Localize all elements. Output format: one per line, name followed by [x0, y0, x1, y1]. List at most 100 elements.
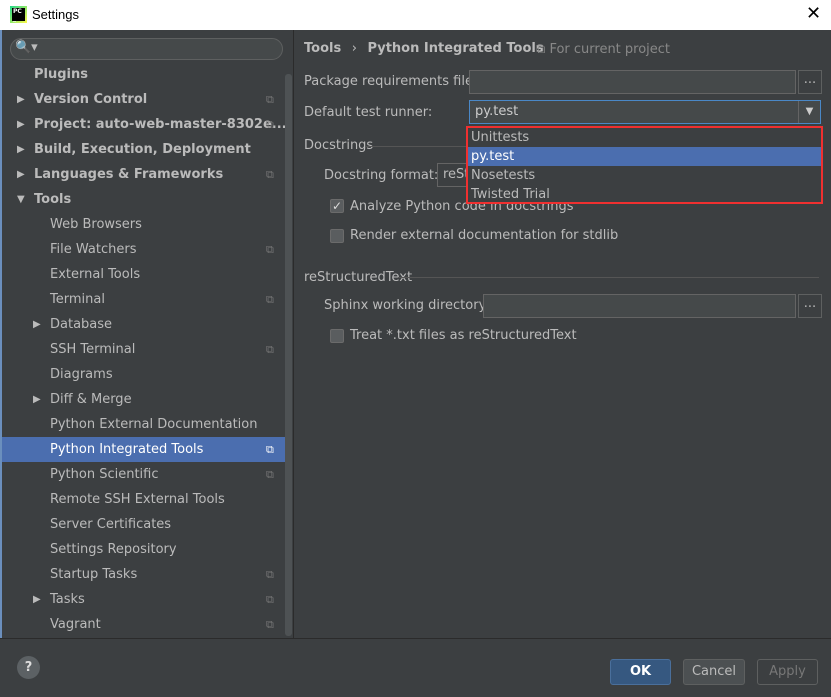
sidebar-item-label: Remote SSH External Tools [50, 492, 225, 507]
sidebar-item[interactable]: Python Integrated Tools ⧉ [2, 437, 285, 462]
cancel-button[interactable]: Cancel [683, 659, 745, 685]
sidebar-item[interactable]: ▶ Version Control ⧉ [2, 87, 285, 112]
breadcrumb: Tools › Python Integrated Tools [304, 41, 544, 56]
project-level-icon: ⧉ [266, 593, 274, 606]
sidebar-item[interactable]: ▼ Tools [2, 187, 285, 212]
sidebar-item-label: Python Integrated Tools [50, 442, 204, 457]
collapsed-arrow-icon[interactable]: ▶ [33, 312, 41, 337]
divider [293, 30, 294, 638]
project-level-icon: ⧉ [266, 93, 274, 106]
sidebar-item[interactable]: Server Certificates [2, 512, 285, 537]
sidebar-item[interactable]: ▶ Database [2, 312, 285, 337]
ok-button[interactable]: OK [610, 659, 671, 685]
sidebar-item[interactable]: Vagrant ⧉ [2, 612, 285, 637]
render-label: Render external documentation for stdlib [350, 228, 619, 243]
treat-txt-label: Treat *.txt files as reStructuredText [350, 328, 577, 343]
sidebar-item[interactable]: ▶ Diff & Merge [2, 387, 285, 412]
pycharm-logo-icon: PC _ [10, 6, 27, 23]
dropdown-option[interactable]: py.test [468, 147, 821, 166]
sidebar-item[interactable]: Python External Documentation [2, 412, 285, 437]
breadcrumb-parent: Tools [304, 41, 342, 56]
sidebar-scrollbar[interactable] [285, 74, 292, 636]
package-label: Package requirements file: [304, 74, 478, 89]
test-runner-dropdown: Unittests py.test Nosetests Twisted Trial [466, 126, 823, 204]
project-level-icon: ⧉ [266, 468, 274, 481]
sphinx-directory-input[interactable] [483, 294, 796, 318]
sidebar-item-label: Version Control [34, 92, 148, 107]
treat-txt-checkbox[interactable] [330, 329, 344, 343]
sidebar-item-label: Server Certificates [50, 517, 172, 532]
sidebar-item-label: Diff & Merge [50, 392, 132, 407]
sidebar-item[interactable]: Terminal ⧉ [2, 287, 285, 312]
collapsed-arrow-icon[interactable]: ▶ [33, 587, 41, 612]
collapsed-arrow-icon[interactable]: ▶ [17, 87, 25, 112]
sidebar-item[interactable]: Plugins [2, 62, 285, 87]
sphinx-label: Sphinx working directory: [324, 298, 490, 313]
project-level-icon: ⧉ [266, 443, 274, 456]
group-divider [398, 277, 819, 278]
collapsed-arrow-icon[interactable]: ▶ [33, 387, 41, 412]
test-runner-value: py.test [475, 104, 519, 119]
sidebar-item-label: Startup Tasks [50, 567, 138, 582]
project-level-icon: ⧉ [266, 618, 274, 631]
sidebar-item-label: Database [50, 317, 113, 332]
sidebar-item-label: Settings Repository [50, 542, 177, 557]
project-level-icon: ⧉ [266, 293, 274, 306]
browse-sphinx-button[interactable]: ... [798, 294, 822, 318]
sidebar-item[interactable]: Diagrams [2, 362, 285, 387]
scope-label: ⧉ For current project [536, 42, 670, 57]
analyze-checkbox[interactable]: ✓ [330, 199, 344, 213]
help-icon[interactable]: ? [17, 656, 40, 679]
test-runner-select[interactable]: py.test ▼ [469, 100, 821, 124]
sidebar-item-label: Diagrams [50, 367, 113, 382]
sidebar-item[interactable]: ▶ Languages & Frameworks ⧉ [2, 162, 285, 187]
dropdown-option[interactable]: Twisted Trial [468, 185, 821, 204]
page-title: Python Integrated Tools [367, 41, 544, 56]
sidebar-item-label: SSH Terminal [50, 342, 136, 357]
sidebar-item[interactable]: ▶ Build, Execution, Deployment [2, 137, 285, 162]
sidebar-item[interactable]: SSH Terminal ⧉ [2, 337, 285, 362]
sidebar-item-label: Plugins [34, 67, 88, 82]
project-level-icon: ⧉ [266, 168, 274, 181]
package-requirements-input[interactable] [469, 70, 796, 94]
sidebar-item[interactable]: Python Scientific ⧉ [2, 462, 285, 487]
render-checkbox[interactable] [330, 229, 344, 243]
sidebar-item[interactable]: External Tools [2, 262, 285, 287]
collapsed-arrow-icon[interactable]: ▶ [17, 112, 25, 137]
apply-button[interactable]: Apply [757, 659, 818, 685]
dropdown-option[interactable]: Unittests [468, 128, 821, 147]
sidebar-item[interactable]: Remote SSH External Tools [2, 487, 285, 512]
sidebar-item-label: Web Browsers [50, 217, 142, 232]
breadcrumb-separator: › [351, 41, 357, 56]
window-title: Settings [32, 7, 79, 22]
title-bar: PC _ Settings ✕ [0, 0, 831, 30]
sidebar-item-label: Tools [34, 192, 72, 207]
project-level-icon: ⧉ [266, 118, 274, 131]
collapsed-arrow-icon[interactable]: ▶ [17, 137, 25, 162]
sidebar-item[interactable]: Settings Repository [2, 537, 285, 562]
sidebar-item[interactable]: ▶ Tasks ⧉ [2, 587, 285, 612]
sidebar-item[interactable]: ▶ Project: auto-web-master-8302e... ⧉ [2, 112, 287, 137]
sidebar-item-label: Tasks [50, 592, 85, 607]
docstrings-group-label: Docstrings [304, 138, 374, 153]
sidebar-item-label: Python Scientific [50, 467, 159, 482]
search-input[interactable]: 🔍▾ [10, 38, 283, 60]
expanded-arrow-icon[interactable]: ▼ [17, 187, 25, 212]
sidebar-item-label: Build, Execution, Deployment [34, 142, 251, 157]
sidebar-item-label: Languages & Frameworks [34, 167, 224, 182]
sidebar-item-label: File Watchers [50, 242, 137, 257]
chevron-down-icon[interactable]: ▼ [798, 101, 820, 123]
browse-package-button[interactable]: ... [798, 70, 822, 94]
dropdown-option[interactable]: Nosetests [468, 166, 821, 185]
sidebar-item[interactable]: File Watchers ⧉ [2, 237, 285, 262]
project-level-icon: ⧉ [266, 343, 274, 356]
docstring-format-label: Docstring format: [324, 168, 439, 183]
copy-icon: ⧉ [536, 42, 546, 57]
rst-group-label: reStructuredText [304, 270, 413, 285]
close-icon[interactable]: ✕ [806, 3, 821, 24]
sidebar-item[interactable]: Web Browsers [2, 212, 285, 237]
sidebar-item-label: Project: auto-web-master-8302e... [34, 117, 287, 132]
collapsed-arrow-icon[interactable]: ▶ [17, 162, 25, 187]
runner-label: Default test runner: [304, 105, 433, 120]
sidebar-item[interactable]: Startup Tasks ⧉ [2, 562, 285, 587]
